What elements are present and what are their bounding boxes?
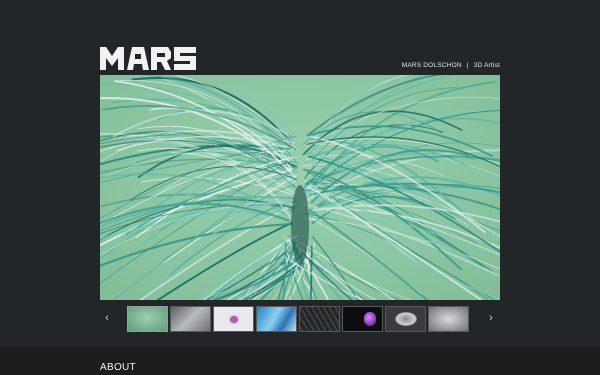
artist-byline: MARS DOLSCHON | 3D Artist <box>402 62 500 69</box>
artist-role: 3D Artist <box>473 62 500 69</box>
hair-sculpture-artwork <box>100 75 500 300</box>
thumbnail-7[interactable] <box>385 306 426 332</box>
thumbnail-4[interactable] <box>256 306 297 332</box>
byline-separator: | <box>466 62 469 69</box>
thumbnail-5[interactable] <box>299 306 340 332</box>
chevron-right-icon[interactable]: › <box>485 311 497 325</box>
footer-bar: ABOUT <box>0 347 600 375</box>
about-heading[interactable]: ABOUT <box>100 362 136 373</box>
chevron-left-icon[interactable]: ‹ <box>101 311 113 325</box>
site-logo[interactable] <box>100 44 196 70</box>
thumbnail-1[interactable] <box>127 306 168 332</box>
thumbnail-6[interactable] <box>342 306 383 332</box>
thumbnail-strip <box>127 306 469 332</box>
thumbnail-2[interactable] <box>170 306 211 332</box>
featured-artwork-image[interactable] <box>100 75 500 300</box>
thumbnail-3[interactable] <box>213 306 254 332</box>
thumbnail-8[interactable] <box>428 306 469 332</box>
artist-name: MARS DOLSCHON <box>401 62 462 69</box>
